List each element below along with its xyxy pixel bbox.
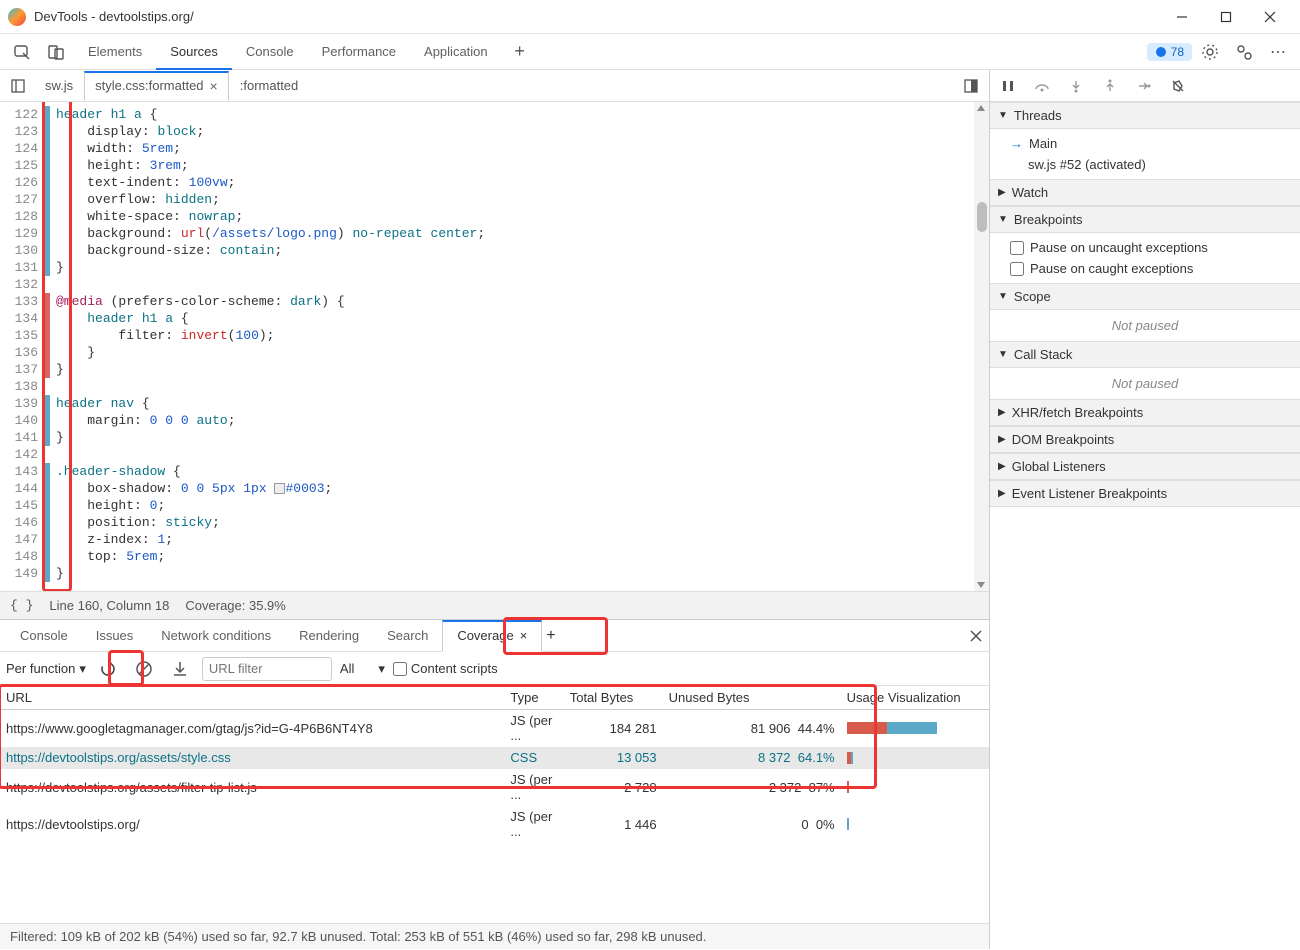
deactivate-bp-icon[interactable] — [1166, 74, 1190, 98]
coverage-row[interactable]: https://devtoolstips.org/assets/style.cs… — [0, 747, 989, 769]
coverage-footer: Filtered: 109 kB of 202 kB (54%) used so… — [0, 923, 989, 949]
coverage-row[interactable]: https://www.googletagmanager.com/gtag/js… — [0, 710, 989, 747]
close-button[interactable] — [1248, 3, 1292, 31]
coverage-marks — [42, 102, 50, 591]
file-tab[interactable]: style.css:formatted× — [84, 71, 229, 101]
drawer-tab-issues[interactable]: Issues — [82, 620, 148, 652]
thread-sw[interactable]: sw.js #52 (activated) — [1010, 154, 1292, 175]
export-icon[interactable] — [166, 655, 194, 683]
editor-status: { } Line 160, Column 18 Coverage: 35.9% — [0, 591, 989, 619]
drawer-tab-console[interactable]: Console — [6, 620, 82, 652]
col-header[interactable]: URL — [0, 686, 504, 710]
close-drawer-icon[interactable] — [969, 629, 983, 643]
type-filter-dropdown[interactable]: All ▾ — [340, 661, 385, 677]
coverage-row[interactable]: https://devtoolstips.org/assets/filter-t… — [0, 769, 989, 806]
pause-caught-checkbox[interactable]: Pause on caught exceptions — [1010, 258, 1292, 279]
dock-icon[interactable] — [957, 72, 985, 100]
drawer-tab-search[interactable]: Search — [373, 620, 442, 652]
gear-icon[interactable] — [1194, 38, 1226, 66]
scrollbar-thumb[interactable] — [977, 202, 987, 232]
add-tab-icon[interactable]: + — [504, 38, 536, 66]
add-drawer-tab-icon[interactable]: + — [546, 627, 555, 645]
maximize-button[interactable] — [1204, 3, 1248, 31]
global-listeners-header[interactable]: ▶Global Listeners — [990, 453, 1300, 480]
step-into-icon[interactable] — [1064, 74, 1088, 98]
chevron-down-icon: ▾ — [79, 661, 86, 677]
step-icon[interactable] — [1132, 74, 1156, 98]
thread-main[interactable]: →Main — [1010, 133, 1292, 154]
event-bp-header[interactable]: ▶Event Listener Breakpoints — [990, 480, 1300, 507]
pretty-print-icon[interactable]: { } — [10, 598, 33, 613]
content-scripts-checkbox[interactable]: Content scripts — [393, 661, 498, 676]
col-header[interactable]: Usage Visualization — [841, 686, 989, 710]
code-editor[interactable]: 1221231241251261271281291301311321331341… — [0, 102, 989, 591]
clear-icon[interactable] — [130, 655, 158, 683]
coverage-toolbar: Per function ▾ All ▾ — [0, 652, 989, 686]
main-tab-application[interactable]: Application — [410, 34, 502, 70]
issues-pill[interactable]: 78 — [1147, 43, 1192, 61]
callstack-not-paused: Not paused — [990, 368, 1300, 399]
drawer-tab-coverage[interactable]: Coverage× — [442, 620, 542, 652]
inspect-icon[interactable] — [6, 38, 38, 66]
step-out-icon[interactable] — [1098, 74, 1122, 98]
drawer-tab-rendering[interactable]: Rendering — [285, 620, 373, 652]
line-gutter: 1221231241251261271281291301311321331341… — [0, 102, 42, 591]
scrollbar-vertical[interactable] — [974, 102, 989, 591]
main-tab-performance[interactable]: Performance — [308, 34, 410, 70]
cursor-position: Line 160, Column 18 — [49, 598, 169, 613]
scope-header[interactable]: ▼Scope — [990, 283, 1300, 310]
drawer: ConsoleIssuesNetwork conditionsRendering… — [0, 619, 989, 949]
breakpoints-header[interactable]: ▼Breakpoints — [990, 206, 1300, 233]
app-icon — [8, 8, 26, 26]
file-tab[interactable]: :formatted — [229, 71, 310, 101]
step-over-icon[interactable] — [1030, 74, 1054, 98]
code-area[interactable]: header h1 a { display: block; width: 5re… — [50, 102, 989, 591]
coverage-row[interactable]: https://devtoolstips.org/JS (per ...1 44… — [0, 806, 989, 843]
file-tabs: sw.jsstyle.css:formatted×:formatted — [0, 70, 989, 102]
xhr-bp-header[interactable]: ▶XHR/fetch Breakpoints — [990, 399, 1300, 426]
debugger-toolbar — [990, 70, 1300, 102]
watch-header[interactable]: ▶Watch — [990, 179, 1300, 206]
col-header[interactable]: Type — [504, 686, 563, 710]
col-header[interactable]: Total Bytes — [564, 686, 663, 710]
debugger-sidebar: ▼Threads →Main sw.js #52 (activated) ▶Wa… — [990, 70, 1300, 949]
coverage-mode-dropdown[interactable]: Per function ▾ — [6, 661, 86, 677]
close-icon[interactable]: × — [210, 71, 218, 101]
device-icon[interactable] — [40, 38, 72, 66]
drawer-tab-network-conditions[interactable]: Network conditions — [147, 620, 285, 652]
coverage-table[interactable]: URLTypeTotal BytesUnused BytesUsage Visu… — [0, 686, 989, 843]
scope-not-paused: Not paused — [990, 310, 1300, 341]
titlebar: DevTools - devtoolstips.org/ — [0, 0, 1300, 34]
main-tab-sources[interactable]: Sources — [156, 34, 232, 70]
main-tab-console[interactable]: Console — [232, 34, 308, 70]
nav-toggle-icon[interactable] — [4, 72, 32, 100]
url-filter-input[interactable] — [202, 657, 332, 681]
window-title: DevTools - devtoolstips.org/ — [34, 9, 1160, 24]
more-icon[interactable]: ⋯ — [1262, 38, 1294, 66]
drawer-tabs: ConsoleIssuesNetwork conditionsRendering… — [0, 620, 989, 652]
chevron-down-icon: ▾ — [378, 661, 385, 677]
minimize-button[interactable] — [1160, 3, 1204, 31]
threads-header[interactable]: ▼Threads — [990, 102, 1300, 129]
col-header[interactable]: Unused Bytes — [663, 686, 841, 710]
issues-count: 78 — [1171, 45, 1184, 59]
coverage-status: Coverage: 35.9% — [185, 598, 285, 613]
callstack-header[interactable]: ▼Call Stack — [990, 341, 1300, 368]
pause-uncaught-checkbox[interactable]: Pause on uncaught exceptions — [1010, 237, 1292, 258]
main-tab-elements[interactable]: Elements — [74, 34, 156, 70]
file-tab[interactable]: sw.js — [34, 71, 84, 101]
main-tabs: ElementsSourcesConsolePerformanceApplica… — [0, 34, 1300, 70]
reload-icon[interactable] — [94, 655, 122, 683]
close-icon[interactable]: × — [520, 620, 528, 652]
pause-icon[interactable] — [996, 74, 1020, 98]
account-icon[interactable] — [1228, 38, 1260, 66]
dom-bp-header[interactable]: ▶DOM Breakpoints — [990, 426, 1300, 453]
